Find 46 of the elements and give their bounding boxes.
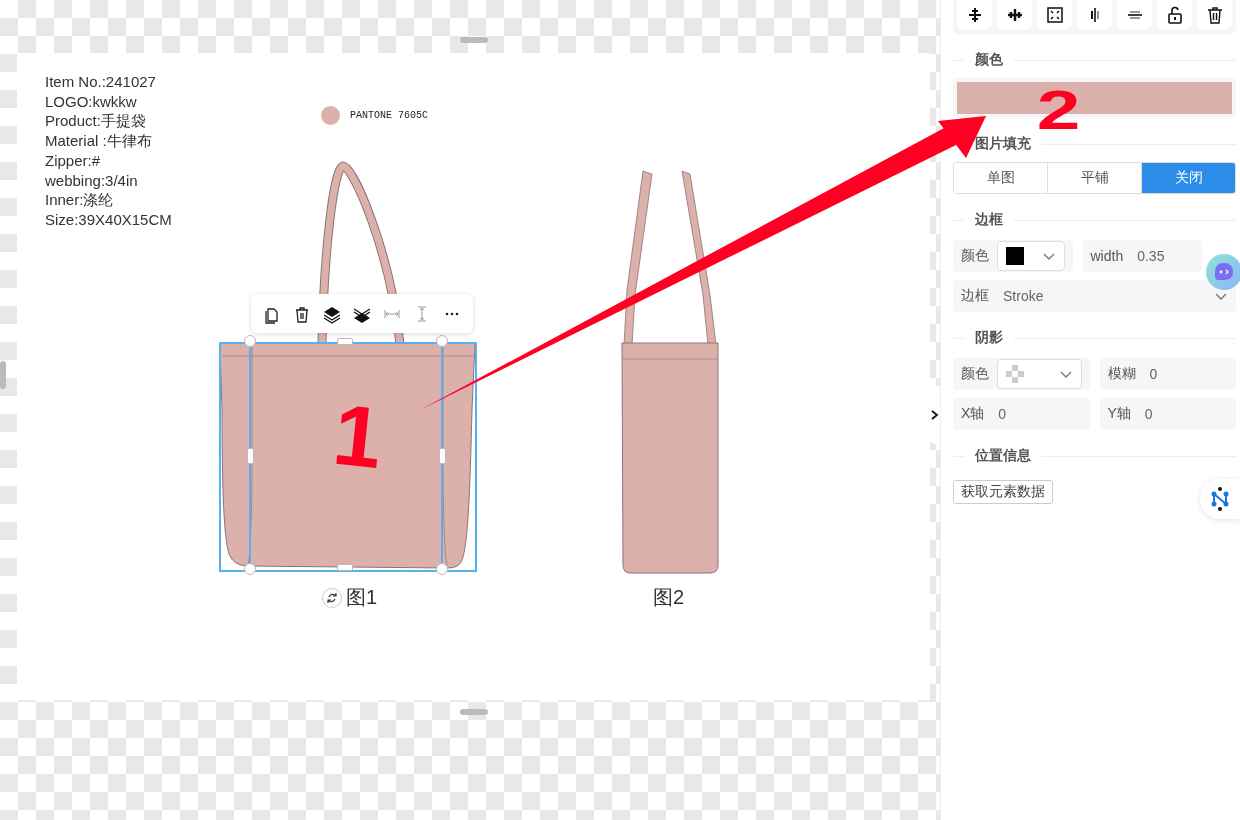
rotate-handle[interactable] xyxy=(322,588,342,608)
selection-box[interactable] xyxy=(219,342,477,572)
spec-line: Item No.:241027 xyxy=(45,72,157,92)
section-title: 阴影 xyxy=(975,329,1003,347)
segment-tab[interactable]: 单图 xyxy=(954,163,1048,193)
chevron-down-icon xyxy=(1058,369,1073,379)
spec-line: Product:手提袋 xyxy=(45,111,147,132)
resize-handle[interactable] xyxy=(0,361,6,389)
section-title: 颜色 xyxy=(975,51,1003,69)
section-title: 位置信息 xyxy=(975,447,1031,465)
resize-handle[interactable] xyxy=(460,37,488,43)
resize-handle[interactable] xyxy=(244,335,256,347)
handwritten-number: 1 xyxy=(329,390,387,482)
resize-handle[interactable] xyxy=(247,448,254,464)
color-select[interactable] xyxy=(997,359,1082,389)
stroke-select[interactable]: 边框 Stroke xyxy=(953,280,1236,312)
spec-line: Size:39X40X15CM xyxy=(45,209,172,230)
chevron-right-icon[interactable] xyxy=(929,409,939,421)
rotate-icon xyxy=(326,591,338,605)
pantone-label: PANTONE 7605C xyxy=(350,110,428,121)
figure-caption: 图1 xyxy=(346,585,378,610)
resize-handle[interactable] xyxy=(460,709,488,715)
field-label: 颜色 xyxy=(961,365,989,383)
resize-handle[interactable] xyxy=(436,335,448,347)
resize-handle[interactable] xyxy=(337,564,353,571)
chevron-down-icon xyxy=(1041,251,1056,261)
spec-line: webbing:3/4in xyxy=(45,170,139,191)
x-offset-field[interactable]: X轴 0 xyxy=(953,398,1090,430)
width-field[interactable]: width 0.35 xyxy=(1082,240,1202,272)
spec-line: Inner:涤纶 xyxy=(45,190,115,210)
spec-line: LOGO:kwkkw xyxy=(45,91,138,112)
blur-field[interactable]: 模糊 0 xyxy=(1099,358,1236,390)
section-title: 边框 xyxy=(975,211,1003,229)
spec-line: Zipper:# xyxy=(45,150,102,171)
chevron-down-icon xyxy=(1214,291,1228,301)
y-offset-field[interactable]: Y轴 0 xyxy=(1099,398,1236,430)
figure-caption: 图2 xyxy=(653,585,685,610)
resize-handle[interactable] xyxy=(439,448,446,464)
fit-frame-icon[interactable] xyxy=(1044,5,1065,25)
spec-line: Material :牛律布 xyxy=(45,131,153,151)
handwritten-number: 2 xyxy=(1036,82,1081,138)
resize-handle[interactable] xyxy=(337,338,353,345)
section-title: 图片填充 xyxy=(975,135,1031,153)
field-label: 颜色 xyxy=(961,247,989,265)
get-data-button[interactable]: 获取元素数据 xyxy=(953,480,1053,504)
color-select[interactable] xyxy=(997,241,1065,271)
